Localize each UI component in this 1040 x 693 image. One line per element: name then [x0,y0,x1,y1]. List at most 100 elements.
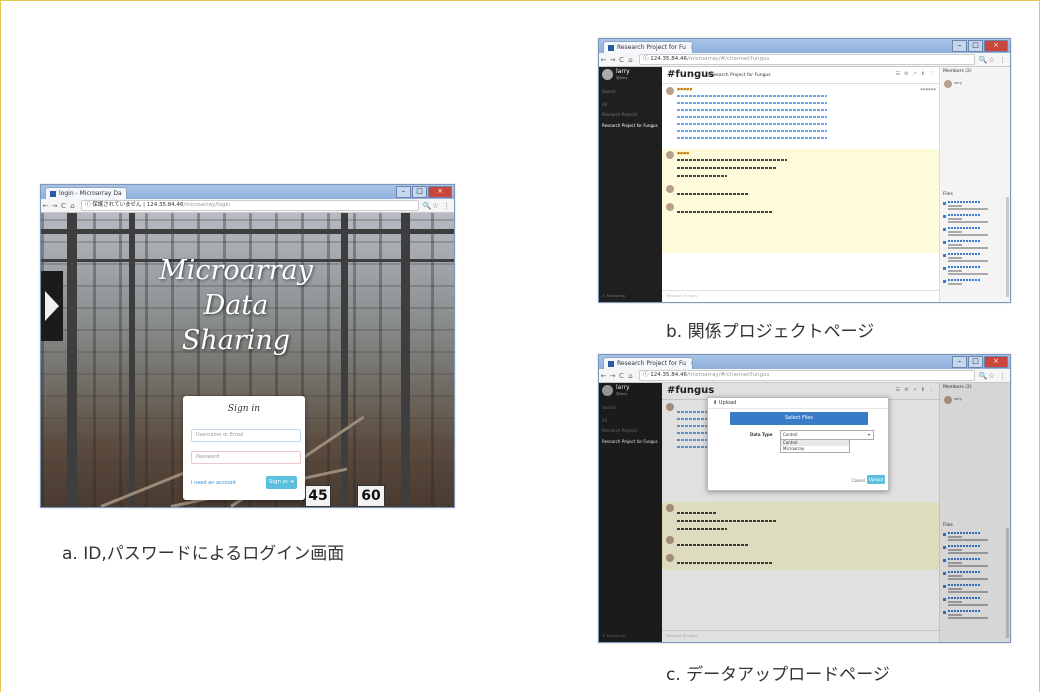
project-title: Research Project for Fungus [708,73,771,78]
home-icon[interactable]: ⌂ [626,372,635,380]
reload-icon[interactable]: C [617,372,626,380]
close-window-button[interactable]: × [984,356,1008,368]
select-files-button[interactable]: Select Files [730,412,868,425]
avatar[interactable] [602,69,613,80]
browser-toolbar-icons[interactable]: 🔍☆ ⋮ [979,56,1007,64]
list-item[interactable] [943,253,1003,264]
sidebar-item-search[interactable]: Search [602,89,616,94]
favicon-icon [608,360,614,367]
maximize-button[interactable]: □ [968,356,983,368]
forward-icon[interactable]: → [608,372,617,380]
address-bar-row: ← → C ⌂ ⓘ 124.35.84.46/microarray/#/chan… [599,53,1010,67]
forward-icon[interactable]: → [608,56,617,64]
caption-a: a. ID,パスワードによるログイン画面 [62,544,345,564]
file-link[interactable] [677,116,827,118]
home-icon[interactable]: ⌂ [626,56,635,64]
list-item: ●●●●● ●●●●●● [662,86,940,146]
file-link[interactable] [677,95,827,97]
message-input[interactable]: Message #fungus [662,290,940,302]
tab-close-icon[interactable]: × [126,190,127,197]
url-input[interactable]: ⓘ 124.35.84.46/microarray/#/channel/fung… [639,370,975,381]
maximize-button[interactable]: □ [412,186,427,198]
brand-line-3: Sharing [181,325,291,356]
username-input[interactable]: Username or Email [191,429,301,442]
list-item[interactable] [943,214,1003,225]
channel-header: #fungus Research Project for Fungus ☰⚙↗⬆… [662,67,940,84]
list-item[interactable] [943,279,1003,290]
file-link[interactable] [677,109,827,111]
file-icon [943,228,946,231]
window-controls: – □ × [952,40,1008,52]
option-microarray[interactable]: Microarray [781,446,849,452]
title-bar: login - Microarray Da× –□× [41,185,454,200]
file-link[interactable] [677,137,827,139]
chevron-down-icon: ▾ [867,432,870,437]
tab-close-icon[interactable]: × [690,360,692,367]
back-icon[interactable]: ← [41,202,50,210]
url-host: 124.35.84.46 [146,202,184,208]
file-meta [948,221,988,223]
file-link[interactable] [677,102,827,104]
file-link[interactable] [677,130,827,132]
close-window-button[interactable]: × [984,40,1008,52]
back-icon[interactable]: ← [599,56,608,64]
pole-graphic [341,213,348,507]
forward-icon[interactable]: → [50,202,59,210]
file-meta [948,244,962,246]
minimize-button[interactable]: – [952,356,967,368]
file-name[interactable] [948,227,980,229]
file-name[interactable] [948,279,980,281]
tab-title: Research Project for Fu [617,44,686,51]
close-window-button[interactable]: × [428,186,452,198]
tab-title: login - Microarray Da [59,190,122,197]
file-name[interactable] [948,266,980,268]
maximize-button[interactable]: □ [968,40,983,52]
back-icon[interactable]: ← [599,372,608,380]
browser-toolbar-icons[interactable]: 🔍☆ ⋮ [979,372,1007,380]
header-toolbar-icons[interactable]: ☰⚙↗⬆⋮ [896,71,938,77]
message-text [677,211,773,213]
sidebar-item-fungus-project[interactable]: Research Project for Fungus [602,123,658,128]
message-text [677,175,727,177]
create-account-link[interactable]: I need an account [191,480,236,486]
url-input[interactable]: ⓘ 保護されていません | 124.35.84.46/microarray/lo… [81,200,419,211]
url-input[interactable]: ⓘ 124.35.84.46/microarray/#/channel/fung… [639,54,975,65]
favicon-icon [50,190,56,197]
list-item[interactable] [943,240,1003,251]
caption-b: b. 関係プロジェクトページ [666,322,875,342]
files-scrollbar[interactable] [1006,197,1009,297]
reload-icon[interactable]: C [617,56,626,64]
upload-button[interactable]: Upload [867,475,885,484]
url-host: 124.35.84.46 [650,56,687,62]
file-link[interactable] [677,123,827,125]
browser-toolbar-icons[interactable]: 🔍☆ ⋮ [423,202,451,210]
sidebar-item-research-projects[interactable]: Research Projects [602,112,637,117]
tab-close-icon[interactable]: × [690,44,692,51]
url-path: /microarray/#/channel/fungus [687,372,770,378]
sign-in-button[interactable]: Sign in ➜ [266,476,297,489]
upload-icon: ⬆ [713,400,718,406]
password-input[interactable]: Password [191,451,301,464]
list-item[interactable] [943,201,1003,212]
sign-in-label: Sign in [268,479,288,485]
file-name[interactable] [948,253,980,255]
data-type-options: Control Microarray [780,439,850,453]
cancel-button[interactable]: Cancel [851,478,865,483]
file-name[interactable] [948,201,980,203]
minimize-button[interactable]: – [396,186,411,198]
url-path: /microarray/login [183,202,231,208]
list-item[interactable] [943,227,1003,238]
list-item[interactable] [943,266,1003,277]
home-icon[interactable]: ⌂ [68,202,77,210]
file-name[interactable] [948,214,980,216]
title-bar: Research Project for Fu× –□× [599,39,1010,54]
reload-icon[interactable]: C [59,202,68,210]
minimize-button[interactable]: – [952,40,967,52]
pole-graphic [129,213,135,507]
avatar [666,151,674,159]
sidebar-item-all[interactable]: All [602,102,607,107]
file-name[interactable] [948,240,980,242]
file-icon [943,215,946,218]
app-view: larry @larry Search All Research Projects… [599,67,1010,302]
window-controls: – □ × [952,356,1008,368]
